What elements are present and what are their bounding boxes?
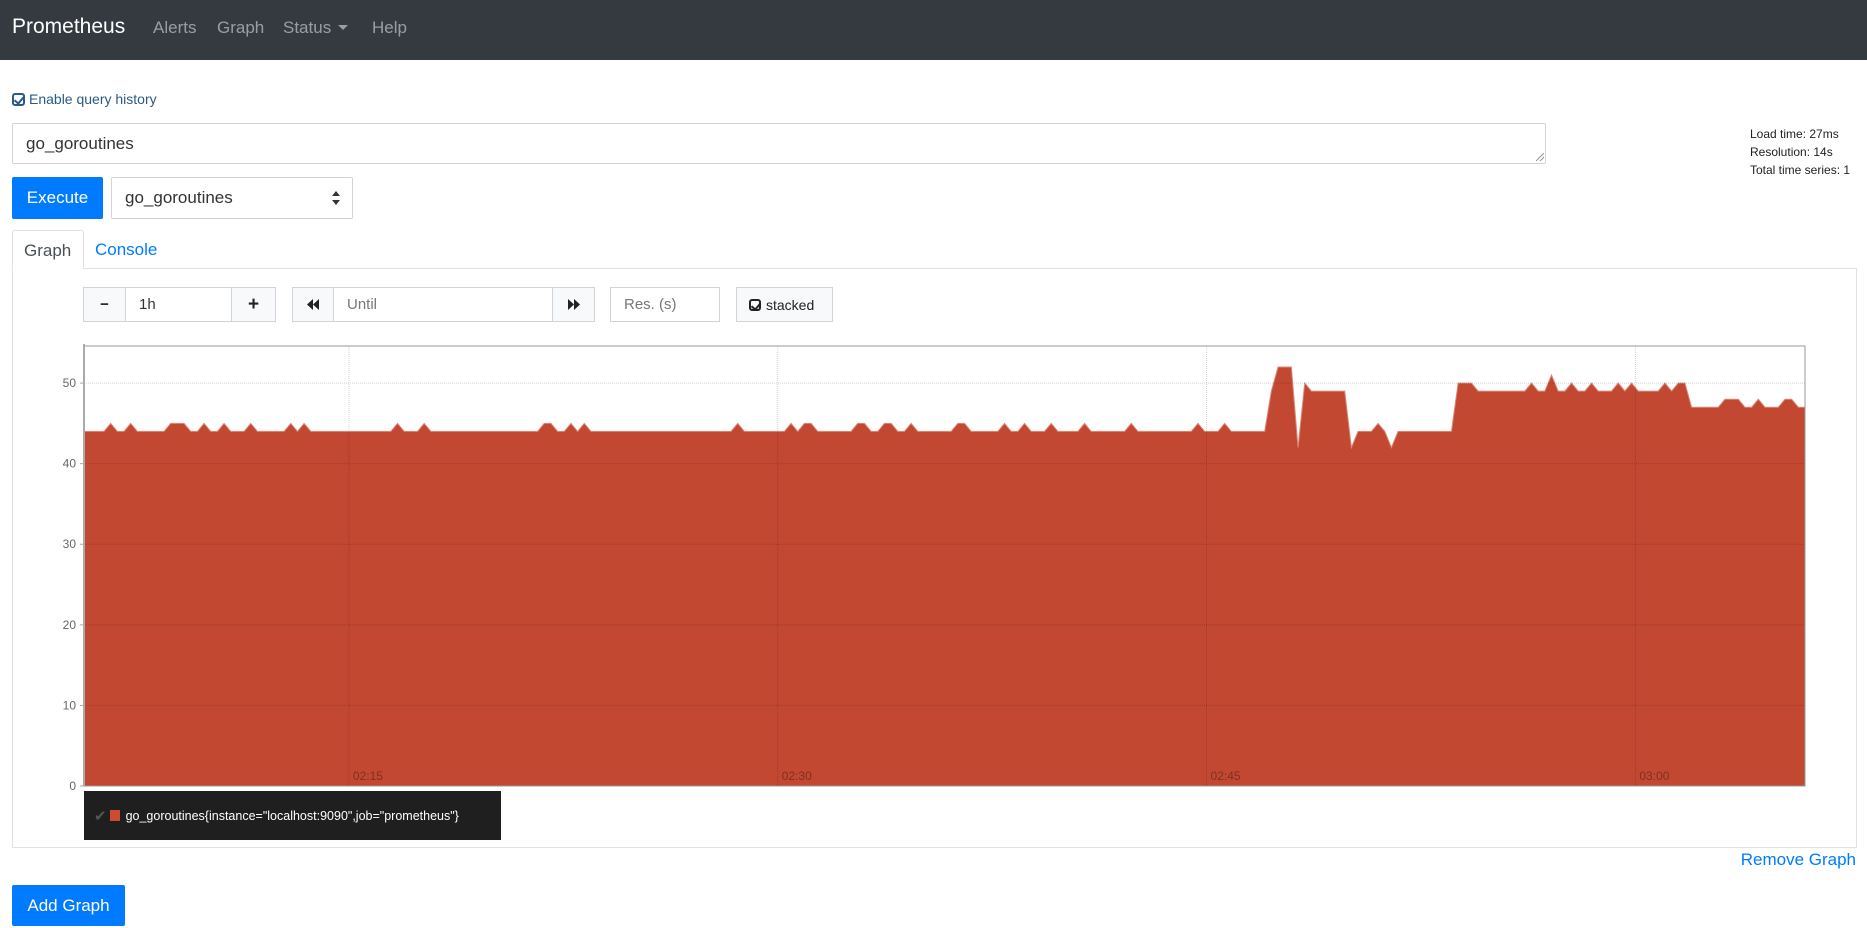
- x-tick-label: 02:30: [782, 769, 812, 783]
- x-tick-label: 02:45: [1211, 769, 1241, 783]
- graph-chart: 0 10 20 30 40 50 02:15 02:30 02:45 03:00: [63, 344, 1806, 793]
- y-tick-label: 20: [63, 618, 77, 632]
- remove-graph-link[interactable]: Remove Graph: [1741, 850, 1856, 870]
- y-tick-label: 50: [63, 376, 77, 390]
- series-area: [84, 366, 1805, 786]
- graph-legend: ✔ go_goroutines{instance="localhost:9090…: [84, 791, 501, 840]
- add-graph-button[interactable]: Add Graph: [12, 885, 125, 926]
- series-color-swatch: [109, 810, 120, 821]
- y-tick-label: 30: [63, 537, 77, 551]
- y-tick-label: 10: [63, 698, 77, 712]
- x-tick-label: 03:00: [1639, 769, 1669, 783]
- y-tick-label: 0: [69, 779, 76, 793]
- x-tick-label: 02:15: [353, 769, 383, 783]
- tab-graph[interactable]: Graph: [12, 230, 84, 269]
- y-tick-label: 40: [63, 457, 77, 471]
- series-toggle-check-icon[interactable]: ✔: [94, 807, 107, 825]
- series-label[interactable]: go_goroutines{instance="localhost:9090",…: [126, 809, 459, 823]
